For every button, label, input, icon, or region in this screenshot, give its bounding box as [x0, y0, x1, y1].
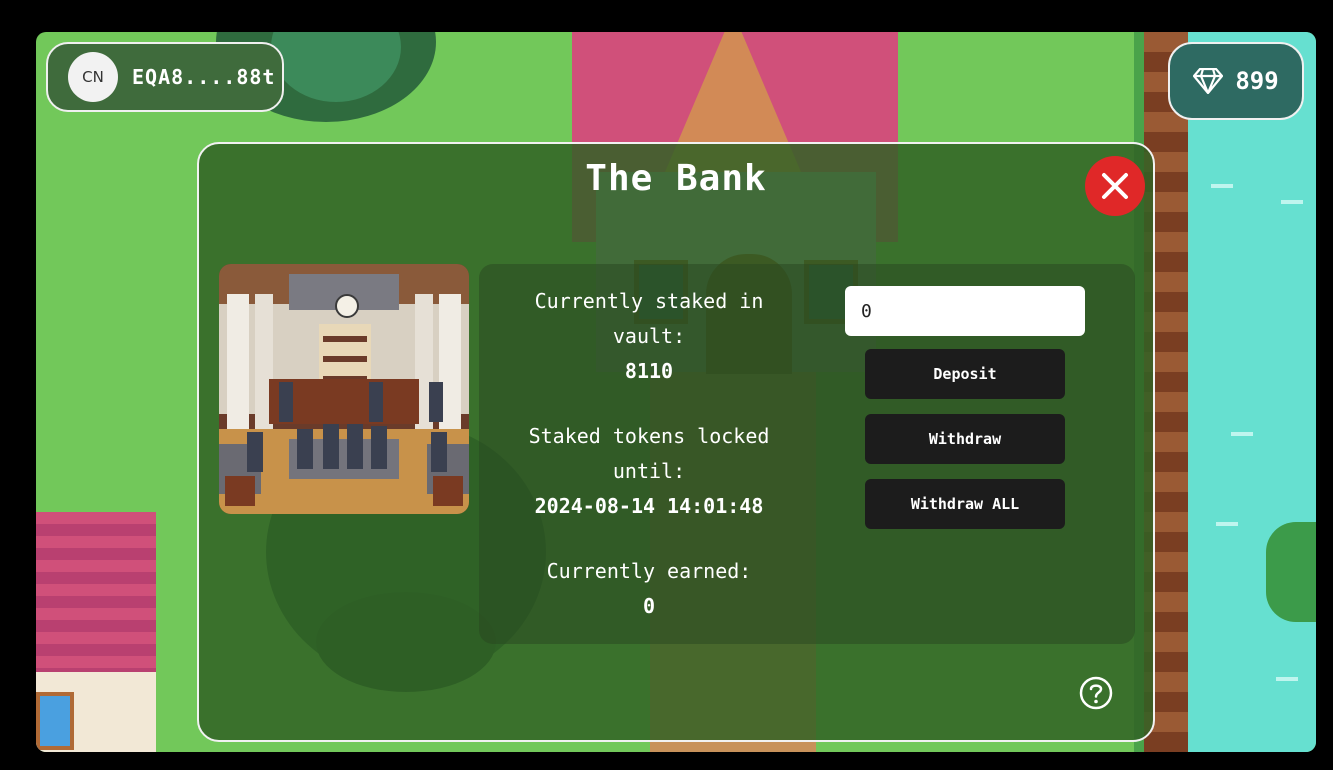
staked-stat: Currently staked in vault: 8110: [499, 284, 799, 389]
help-button[interactable]: [1079, 676, 1113, 710]
balance-value: 899: [1235, 67, 1279, 95]
staked-label: Currently staked in vault:: [534, 289, 764, 348]
locked-label: Staked tokens locked until:: [528, 424, 770, 483]
wallet-address: EQA8....88t: [132, 65, 276, 89]
bank-modal: The Bank Currently staked in vault: 8110…: [197, 142, 1155, 742]
water-ripple: [1276, 677, 1298, 681]
diamond-icon: [1193, 68, 1224, 94]
water-ripple: [1281, 200, 1303, 204]
water-ripple: [1216, 522, 1238, 526]
earned-label: Currently earned:: [546, 559, 752, 583]
water: [1188, 32, 1316, 752]
earned-stat: Currently earned: 0: [499, 554, 799, 624]
bank-interior-image: [219, 264, 469, 514]
wallet-badge[interactable]: CN EQA8....88t: [46, 42, 284, 112]
water-ripple: [1211, 184, 1233, 188]
earned-value: 0: [642, 594, 656, 618]
withdraw-button[interactable]: Withdraw: [865, 414, 1065, 464]
amount-input[interactable]: [845, 286, 1085, 336]
modal-title: The Bank: [585, 158, 767, 199]
game-viewport[interactable]: CN EQA8....88t 899 The Bank Currently st…: [36, 32, 1316, 752]
locked-stat: Staked tokens locked until: 2024-08-14 1…: [499, 419, 799, 524]
close-button[interactable]: [1085, 156, 1145, 216]
balance-badge[interactable]: 899: [1168, 42, 1304, 120]
deposit-button[interactable]: Deposit: [865, 349, 1065, 399]
help-icon: [1079, 676, 1113, 710]
left-house-window: [36, 692, 74, 750]
close-icon: [1102, 173, 1128, 199]
left-house-roof: [36, 512, 156, 672]
withdraw-all-button[interactable]: Withdraw ALL: [865, 479, 1065, 529]
staked-value: 8110: [624, 359, 674, 383]
water-ripple: [1231, 432, 1253, 436]
lily-pad: [1266, 522, 1316, 622]
locked-value: 2024-08-14 14:01:48: [534, 494, 764, 518]
avatar: CN: [68, 52, 118, 102]
